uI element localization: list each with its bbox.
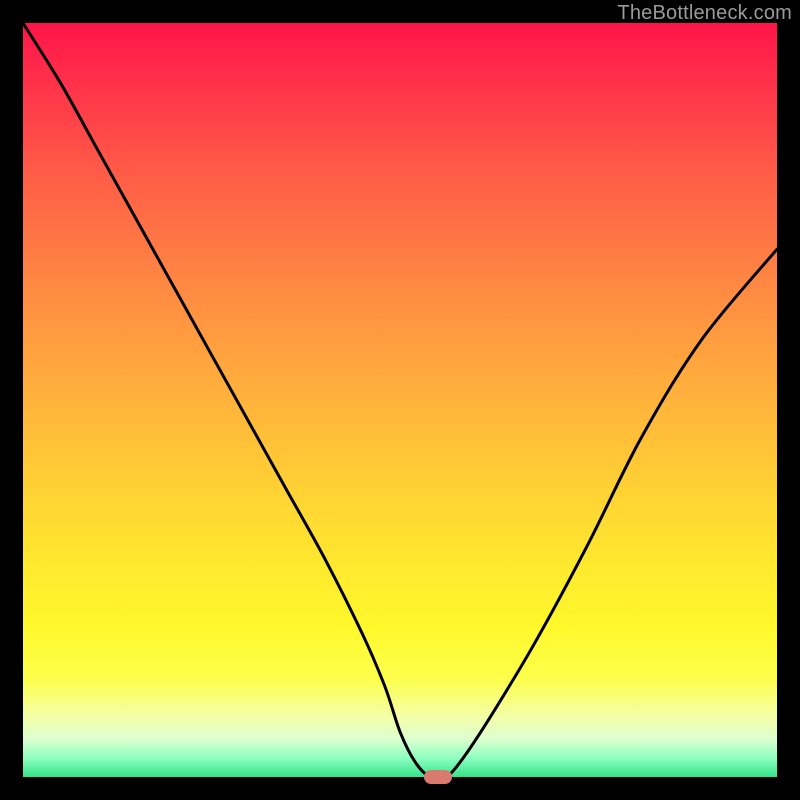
optimum-marker xyxy=(424,770,452,784)
watermark-text: TheBottleneck.com xyxy=(617,2,792,25)
bottleneck-curve xyxy=(23,23,777,777)
plot-area xyxy=(23,23,777,777)
chart-frame: TheBottleneck.com xyxy=(0,0,800,800)
